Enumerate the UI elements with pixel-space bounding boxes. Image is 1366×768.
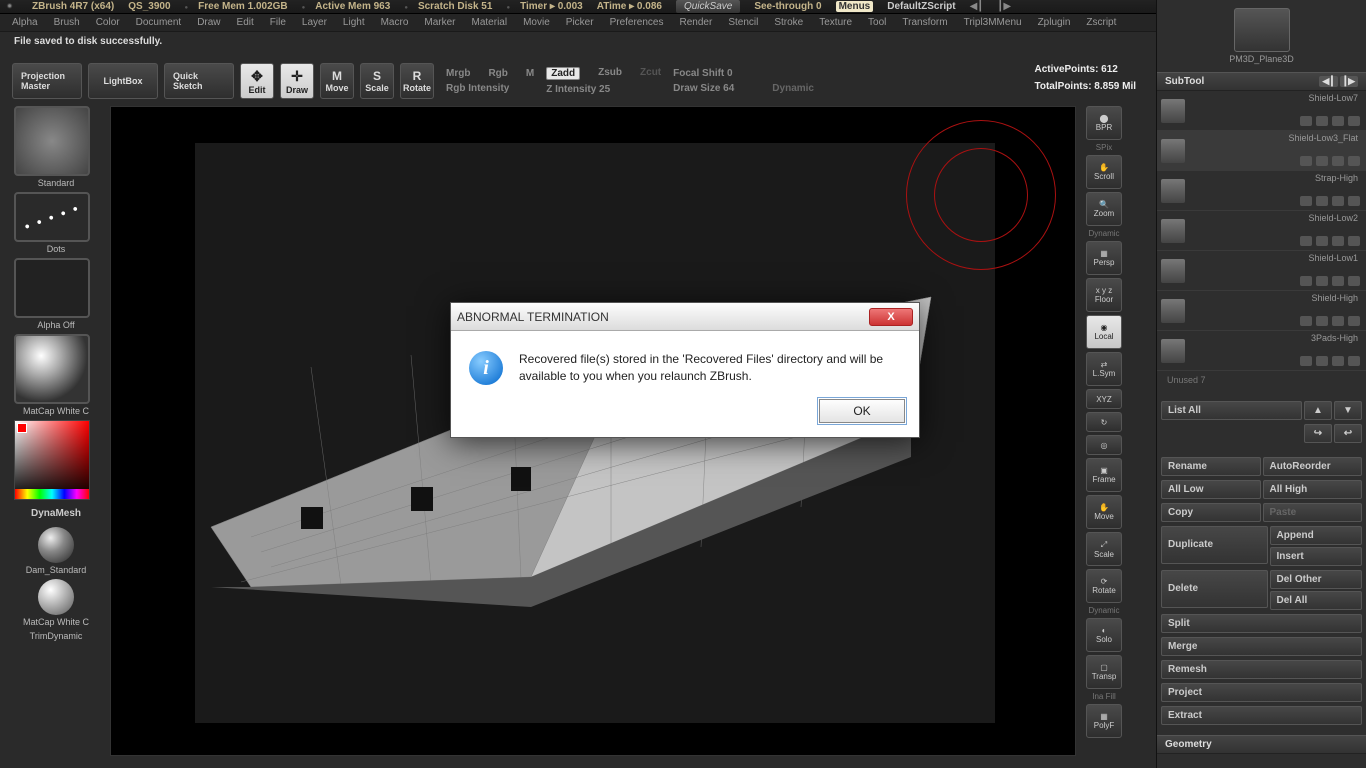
dialog-titlebar[interactable]: ABNORMAL TERMINATION X <box>451 303 919 331</box>
dialog-title: ABNORMAL TERMINATION <box>457 310 609 324</box>
info-icon: i <box>469 351 503 385</box>
modal-overlay: ABNORMAL TERMINATION X i Recovered file(… <box>0 0 1366 768</box>
dialog-close-button[interactable]: X <box>869 308 913 326</box>
dialog-ok-button[interactable]: OK <box>819 399 905 423</box>
error-dialog: ABNORMAL TERMINATION X i Recovered file(… <box>450 302 920 438</box>
dialog-message: Recovered file(s) stored in the 'Recover… <box>519 351 901 385</box>
